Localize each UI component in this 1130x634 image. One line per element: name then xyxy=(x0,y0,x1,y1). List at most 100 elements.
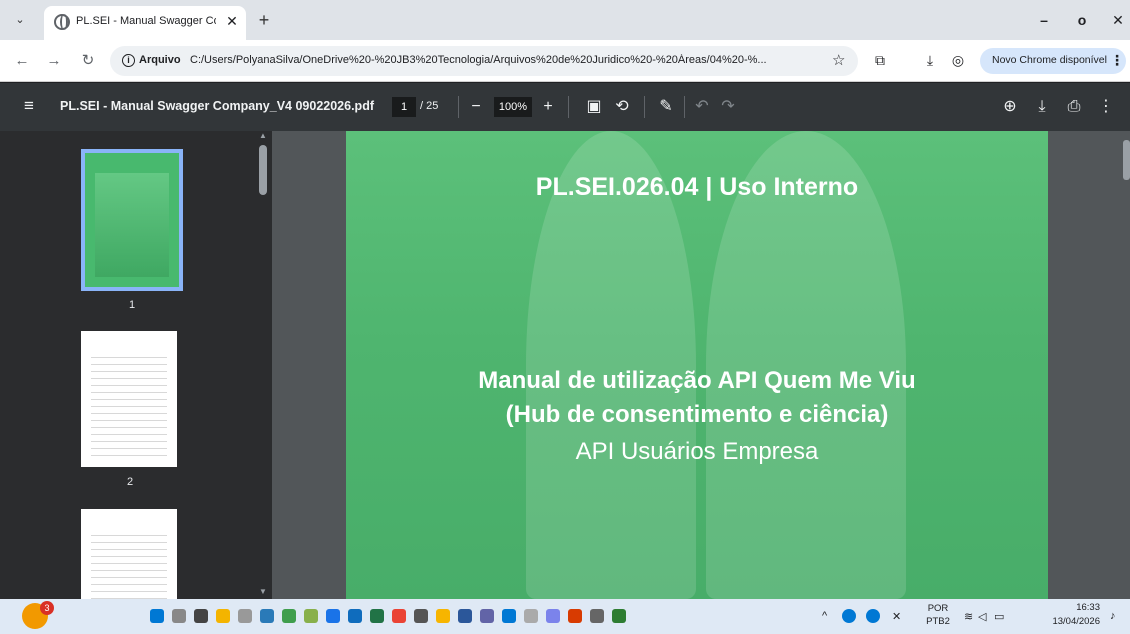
app-icon[interactable] xyxy=(524,609,538,623)
pdf-page: PL.SEI.026.04 | Uso Interno Manual de ut… xyxy=(346,131,1048,599)
page-thumbnail[interactable] xyxy=(81,509,177,599)
new-tab-button[interactable]: + xyxy=(254,10,274,30)
annotate-pen-icon[interactable]: ✎ xyxy=(656,96,676,118)
notification-bell-icon[interactable]: ♪ xyxy=(1110,610,1116,622)
start-icon[interactable] xyxy=(150,609,164,623)
app-icon[interactable] xyxy=(546,609,560,623)
scroll-down-arrow-icon[interactable]: ▼ xyxy=(258,587,268,596)
save-annotation-icon[interactable]: ⊕ xyxy=(1000,96,1020,118)
profile-icon[interactable]: ◎ xyxy=(948,50,968,70)
pdf-file-name: PL.SEI - Manual Swagger Company_V4 09022… xyxy=(60,99,374,113)
word-icon[interactable] xyxy=(458,609,472,623)
zoom-in-icon[interactable]: + xyxy=(538,96,558,118)
url-text[interactable]: C:/Users/PolyanaSilva/OneDrive%20-%20JB3… xyxy=(190,54,820,66)
settings-icon[interactable] xyxy=(238,609,252,623)
chrome-update-button[interactable]: Novo Chrome disponível ⋮ xyxy=(980,48,1126,74)
chevron-up-icon[interactable]: ^ xyxy=(822,610,827,622)
print-icon[interactable]: ⎙ xyxy=(1064,96,1084,118)
toolbar-divider xyxy=(458,96,459,118)
folder-icon[interactable] xyxy=(436,609,450,623)
clock-date[interactable]: 13/04/2026 xyxy=(1040,616,1100,627)
close-window-button[interactable]: ✕ xyxy=(1108,10,1128,30)
network-off-icon[interactable]: ✕ xyxy=(892,610,901,623)
battery-icon[interactable]: ▭ xyxy=(994,610,1004,623)
notification-badge: 3 xyxy=(40,601,54,615)
outlook-icon[interactable] xyxy=(348,609,362,623)
download-icon[interactable]: ⤓ xyxy=(920,50,940,70)
app-icon[interactable] xyxy=(414,609,428,623)
page-number-input[interactable]: 1 xyxy=(392,97,416,117)
forward-arrow-icon[interactable]: → xyxy=(44,51,64,71)
extensions-icon[interactable]: ⧉ xyxy=(870,50,890,70)
toolbar-divider xyxy=(644,96,645,118)
fit-page-icon[interactable]: ▣ xyxy=(584,96,604,118)
page-thumbnail[interactable] xyxy=(81,149,183,291)
reload-icon[interactable]: ↻ xyxy=(78,51,98,71)
update-label: Novo Chrome disponível xyxy=(992,54,1107,66)
more-menu-icon[interactable]: ⋮ xyxy=(1110,52,1124,69)
pdf-toolbar: ≡ PL.SEI - Manual Swagger Company_V4 090… xyxy=(0,83,1130,131)
zoom-input[interactable]: 100% xyxy=(494,97,532,117)
file-explorer-icon[interactable] xyxy=(216,609,230,623)
rotate-icon[interactable]: ⟲ xyxy=(612,96,632,118)
hamburger-menu-icon[interactable]: ≡ xyxy=(24,97,42,115)
tab-title: PL.SEI - Manual Swagger Comp xyxy=(76,15,216,27)
document-subtitle: API Usuários Empresa xyxy=(575,438,819,465)
language-indicator[interactable]: POR xyxy=(924,603,952,614)
thumbnail-cover-art xyxy=(95,173,169,277)
pdf-viewer[interactable]: PL.SEI.026.04 | Uso Interno Manual de ut… xyxy=(272,131,1130,599)
omnibox[interactable]: i Arquivo C:/Users/PolyanaSilva/OneDrive… xyxy=(110,46,858,76)
app-icon[interactable] xyxy=(282,609,296,623)
thumbnail-sidebar: 1 2 ▲ ▼ xyxy=(0,131,272,599)
taskbar: 3 ^ ✕ POR PTB2 ≋ ◁ ▭ 16:33 13/04/2026 ♪ xyxy=(0,599,1130,634)
toolbar-divider xyxy=(568,96,569,118)
onedrive-icon[interactable] xyxy=(866,609,880,623)
download-icon[interactable]: ⤓ xyxy=(1032,96,1052,118)
sidebar-scrollbar[interactable]: ▲ ▼ xyxy=(258,131,268,599)
info-icon[interactable]: i xyxy=(122,54,135,67)
bookmark-star-icon[interactable]: ☆ xyxy=(832,51,845,69)
app-icon[interactable] xyxy=(304,609,318,623)
search-icon[interactable] xyxy=(172,609,186,623)
redo-icon[interactable]: ↷ xyxy=(718,96,738,118)
browser-tab[interactable]: PL.SEI - Manual Swagger Comp ✕ xyxy=(44,6,246,40)
teams-icon[interactable] xyxy=(480,609,494,623)
origin-label: Arquivo xyxy=(139,54,181,66)
wifi-icon[interactable]: ≋ xyxy=(964,610,973,623)
minimize-button[interactable]: – xyxy=(1034,10,1054,30)
document-title-line2: (Hub de consentimento e ciência) xyxy=(505,401,889,428)
excel-icon[interactable] xyxy=(370,609,384,623)
app-icon[interactable] xyxy=(326,609,340,623)
document-code-header: PL.SEI.026.04 | Uso Interno xyxy=(535,173,859,201)
app-icon[interactable] xyxy=(590,609,604,623)
thumbnail-text-lines xyxy=(91,529,167,599)
app-icon[interactable] xyxy=(612,609,626,623)
tab-close-icon[interactable]: ✕ xyxy=(224,13,240,29)
document-title: Manual de utilização API Quem Me Viu xyxy=(478,367,916,394)
task-view-icon[interactable] xyxy=(194,609,208,623)
volume-icon[interactable]: ◁ xyxy=(978,610,986,623)
page-total: / 25 xyxy=(420,100,439,112)
scrollbar-thumb[interactable] xyxy=(259,145,267,195)
globe-icon xyxy=(54,14,70,30)
address-bar: ← → ↻ i Arquivo C:/Users/PolyanaSilva/On… xyxy=(0,40,1130,82)
thumbnail-page-number: 2 xyxy=(126,476,134,488)
tab-search-chevron-icon[interactable]: ⌄ xyxy=(10,10,30,30)
maximize-button[interactable]: o xyxy=(1072,10,1092,30)
onedrive-icon[interactable] xyxy=(842,609,856,623)
powerpoint-icon[interactable] xyxy=(568,609,582,623)
toolbar-divider xyxy=(684,96,685,118)
keyboard-layout[interactable]: PTB2 xyxy=(924,616,952,627)
scroll-up-arrow-icon[interactable]: ▲ xyxy=(258,131,268,140)
viewer-scrollbar-thumb[interactable] xyxy=(1123,140,1130,180)
chrome-icon[interactable] xyxy=(392,609,406,623)
page-thumbnail[interactable] xyxy=(81,331,177,467)
clock-time[interactable]: 16:33 xyxy=(1040,602,1100,613)
zoom-out-icon[interactable]: − xyxy=(466,96,486,118)
thumbnail-page-number: 1 xyxy=(128,299,136,311)
more-options-icon[interactable]: ⋮ xyxy=(1096,96,1116,118)
back-arrow-icon[interactable]: ← xyxy=(12,51,32,71)
app-icon[interactable] xyxy=(502,609,516,623)
app-icon[interactable] xyxy=(260,609,274,623)
undo-icon[interactable]: ↶ xyxy=(692,96,712,118)
